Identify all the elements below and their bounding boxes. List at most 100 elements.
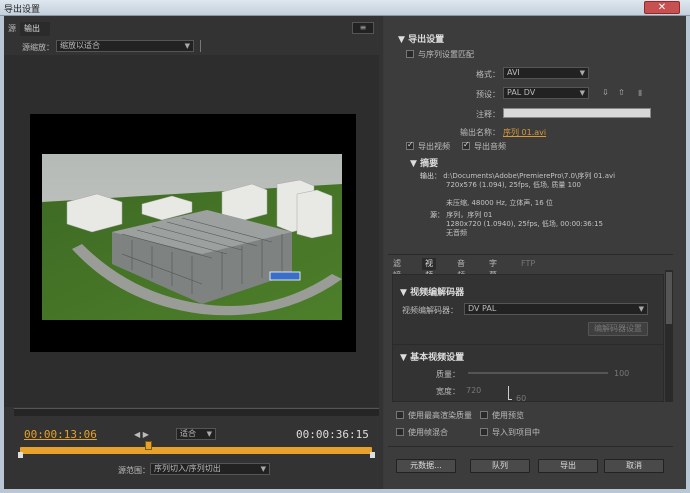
use-preview-label: 使用预览 <box>492 411 524 420</box>
summary-title: 摘要 <box>420 159 439 169</box>
out-point-marker[interactable] <box>370 452 375 458</box>
current-timecode[interactable]: 00:00:13:06 <box>24 428 97 441</box>
codec-section-title: 视频编解码器 <box>410 288 465 298</box>
tab-output[interactable]: 输出 <box>20 22 50 36</box>
quality-label: 质量： <box>436 370 460 379</box>
max-render-label: 使用最高渲染质量 <box>408 411 472 420</box>
close-button[interactable]: ✕ <box>644 1 680 14</box>
source-summary-label: 源： <box>430 211 444 219</box>
export-audio-label: 导出音频 <box>474 142 506 151</box>
import-project-checkbox[interactable] <box>480 428 488 436</box>
title-bar: 导出设置 ✕ <box>0 0 690 16</box>
codec-value: DV PAL <box>468 304 497 313</box>
codec-select[interactable]: DV PAL ▼ <box>464 303 648 315</box>
link-bracket-icon[interactable] <box>508 386 512 400</box>
codec-section-header[interactable]: ▼ 视频编解码器 <box>400 285 464 298</box>
import-preset-icon[interactable]: ⇧ <box>618 88 625 97</box>
metadata-button[interactable]: 元数据... <box>396 459 456 473</box>
export-audio-checkbox[interactable] <box>462 140 470 150</box>
divider <box>388 254 673 255</box>
basic-video-title: 基本视频设置 <box>410 353 465 363</box>
window-title: 导出设置 <box>4 5 41 15</box>
export-button[interactable]: 导出 <box>538 459 598 473</box>
source-video-spec: 1280x720 (1.0940), 25fps, 低场, 00:00:36:1… <box>446 220 604 228</box>
tab-video[interactable]: 视频 <box>422 258 436 280</box>
preset-value: PAL DV <box>507 88 536 97</box>
duration-timecode: 00:00:36:15 <box>296 428 369 441</box>
preset-select[interactable]: PAL DV ▼ <box>503 87 589 99</box>
use-preview-checkbox[interactable] <box>480 411 488 419</box>
tab-source[interactable]: 源 <box>4 22 18 36</box>
export-video-checkbox[interactable] <box>406 140 414 150</box>
quality-value[interactable]: 100 <box>614 369 629 378</box>
chevron-down-icon: ▼ <box>206 430 212 438</box>
source-name: 序列，序列 01 <box>446 211 493 219</box>
preview-image <box>42 154 342 320</box>
export-settings-title: 导出设置 <box>408 35 445 45</box>
building-render <box>42 154 342 320</box>
scrollbar-thumb[interactable] <box>666 272 672 324</box>
source-summary: 源： 序列，序列 01 1280x720 (1.0940), 25fps, 低场… <box>430 211 603 238</box>
tab-filters[interactable]: 滤镜 <box>390 258 404 280</box>
output-name-link[interactable]: 序列 01.avi <box>503 127 546 138</box>
zoom-label: 源缩放： <box>22 43 54 52</box>
comment-label: 注释： <box>476 110 500 119</box>
format-label: 格式： <box>476 70 500 79</box>
chevron-down-icon: ▼ <box>260 465 266 473</box>
chevron-down-icon: ▼ <box>579 89 585 97</box>
fit-value: 适合 <box>180 429 196 438</box>
basic-video-header[interactable]: ▼ 基本视频设置 <box>400 350 464 363</box>
width-value[interactable]: 720 <box>466 386 481 395</box>
output-name-label: 输出名称： <box>460 128 500 137</box>
max-render-checkbox[interactable] <box>396 411 404 419</box>
preset-label: 预设： <box>476 90 500 99</box>
save-preset-icon[interactable]: ⇩ <box>602 88 609 97</box>
height-value[interactable]: 60 <box>516 394 526 403</box>
tab-captions[interactable]: 字幕 <box>486 258 500 280</box>
format-select[interactable]: AVI ▼ <box>503 67 589 79</box>
range-label: 源范围： <box>118 466 150 475</box>
frame-blend-label: 使用帧混合 <box>408 428 448 437</box>
divider <box>393 344 663 345</box>
fit-select[interactable]: 适合 ▼ <box>176 428 216 440</box>
delete-preset-icon[interactable]: ▮ <box>638 88 642 97</box>
width-label: 宽度： <box>436 387 460 396</box>
match-sequence-checkbox[interactable] <box>406 50 414 58</box>
codec-settings-button[interactable]: 编解码器设置 <box>588 322 648 336</box>
in-point-marker[interactable] <box>18 452 23 458</box>
export-video-label: 导出视频 <box>418 142 450 151</box>
output-video-spec: 720x576 (1.094), 25fps, 低场, 质量 100 <box>446 181 581 189</box>
mark-in-icon[interactable]: ◀ ▶ <box>134 430 149 439</box>
export-settings-header[interactable]: ▼ 导出设置 <box>398 32 444 45</box>
format-value: AVI <box>507 68 520 77</box>
match-sequence-label: 与序列设置匹配 <box>418 50 474 59</box>
divider <box>200 40 201 52</box>
zoom-value: 缩放以适合 <box>60 41 100 50</box>
range-select[interactable]: 序列切入/序列切出 ▼ <box>150 463 270 475</box>
output-path: d:\Documents\Adobe\PremierePro\7.0\序列 01… <box>443 172 616 180</box>
timeline-bar[interactable] <box>14 408 379 416</box>
tab-audio[interactable]: 音频 <box>454 258 468 280</box>
frame-blend-checkbox[interactable] <box>396 428 404 436</box>
comment-input[interactable] <box>503 108 651 118</box>
quality-slider[interactable] <box>468 372 608 374</box>
import-project-label: 导入到项目中 <box>492 428 540 437</box>
scrub-bar[interactable] <box>20 447 372 454</box>
source-audio-spec: 无音频 <box>446 229 467 237</box>
chevron-down-icon: ▼ <box>579 69 585 77</box>
panel-menu-icon[interactable]: ≡ <box>352 22 374 34</box>
output-summary-label: 输出： <box>420 172 441 180</box>
output-summary: 输出： d:\Documents\Adobe\PremierePro\7.0\序… <box>420 172 615 208</box>
cancel-button[interactable]: 取消 <box>604 459 664 473</box>
output-audio-spec: 未压缩, 48000 Hz, 立体声, 16 位 <box>446 199 553 207</box>
zoom-select[interactable]: 缩放以适合 ▼ <box>56 40 194 52</box>
range-value: 序列切入/序列切出 <box>154 464 221 473</box>
codec-label: 视频编解码器： <box>402 306 458 315</box>
playhead[interactable] <box>145 441 152 450</box>
tab-ftp[interactable]: FTP <box>518 258 538 270</box>
summary-header[interactable]: ▼ 摘要 <box>410 156 438 169</box>
chevron-down-icon: ▼ <box>184 42 190 50</box>
divider <box>388 446 673 447</box>
chevron-down-icon: ▼ <box>638 305 644 313</box>
queue-button[interactable]: 队列 <box>470 459 530 473</box>
